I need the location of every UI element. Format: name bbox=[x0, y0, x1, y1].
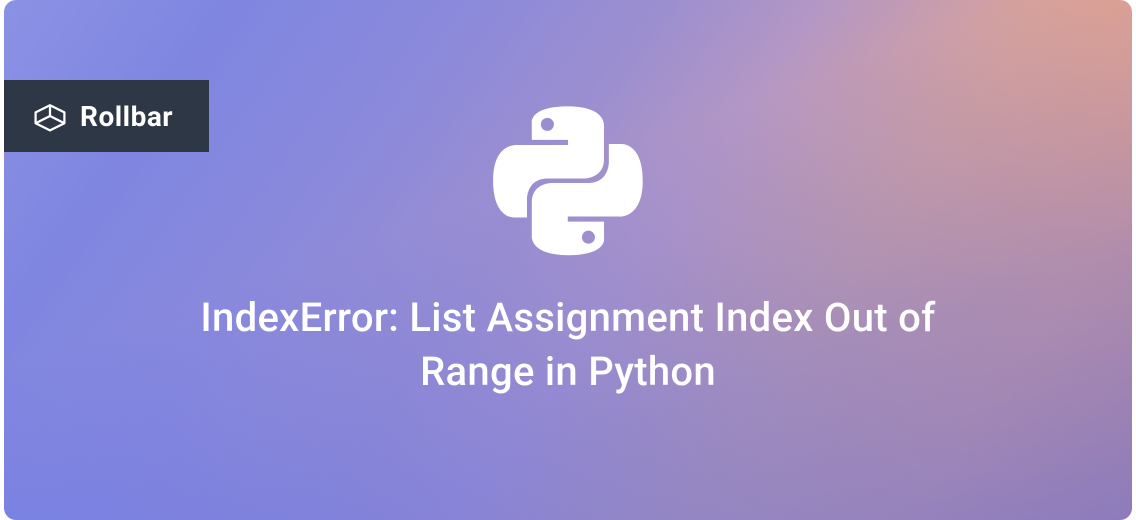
brand-name: Rollbar bbox=[80, 100, 173, 133]
python-icon bbox=[493, 101, 643, 261]
brand-badge: Rollbar bbox=[4, 80, 209, 152]
center-content: IndexError: List Assignment Index Out of… bbox=[4, 0, 1132, 520]
rollbar-logo-icon bbox=[32, 98, 68, 134]
headline: IndexError: List Assignment Index Out of… bbox=[178, 291, 958, 399]
hero-banner: Rollbar IndexError: List Assignment Inde… bbox=[4, 0, 1132, 520]
